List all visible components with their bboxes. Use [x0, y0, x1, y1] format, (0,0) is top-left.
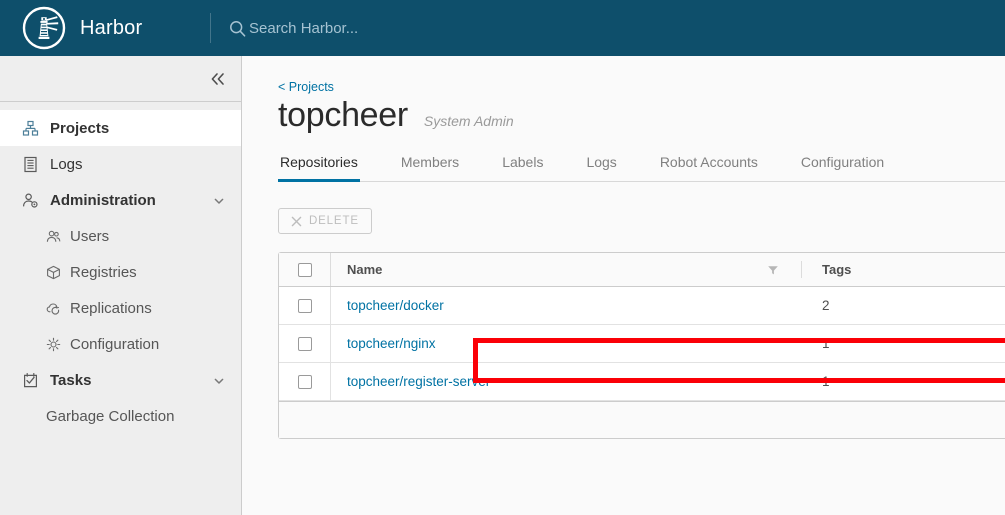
- users-icon: [46, 229, 61, 244]
- sidebar-item-label: Garbage Collection: [46, 407, 175, 425]
- sidebar-item-projects[interactable]: Projects: [0, 110, 241, 146]
- sidebar-item-label: Configuration: [70, 335, 160, 353]
- page-title: topcheer: [278, 96, 408, 134]
- sidebar-item-label: Administration: [50, 191, 156, 209]
- repository-link[interactable]: topcheer/nginx: [347, 336, 436, 351]
- tasks-checklist-icon: [22, 372, 39, 389]
- sidebar-nav-list: Projects Logs Administration Users Regis…: [0, 102, 241, 434]
- row-checkbox[interactable]: [297, 374, 312, 389]
- sidebar-item-label: Replications: [70, 299, 152, 317]
- search-icon: [229, 20, 246, 37]
- repository-link[interactable]: topcheer/docker: [347, 298, 444, 313]
- page-body: Projects Logs Administration Users Regis…: [0, 56, 1005, 515]
- administration-user-gear-icon: [22, 192, 39, 209]
- double-chevron-left-icon[interactable]: [209, 70, 227, 88]
- tab-logs[interactable]: Logs: [584, 148, 618, 182]
- tab-members[interactable]: Members: [399, 148, 461, 182]
- registries-cube-icon: [46, 265, 61, 280]
- tab-repositories[interactable]: Repositories: [278, 148, 360, 182]
- table-row[interactable]: topcheer/register-server 1: [279, 363, 1005, 401]
- sidebar-item-garbage-collection[interactable]: Garbage Collection: [0, 398, 241, 434]
- row-select-cell[interactable]: [279, 325, 331, 362]
- breadcrumb-projects-link[interactable]: < Projects: [278, 80, 1005, 94]
- tab-configuration[interactable]: Configuration: [799, 148, 886, 182]
- replications-cloud-sync-icon: [46, 301, 61, 316]
- sidebar-item-label: Tasks: [50, 371, 92, 389]
- close-x-icon: [291, 216, 302, 227]
- table-footer-pagination[interactable]: [279, 401, 1005, 438]
- table-row[interactable]: topcheer/docker 2: [279, 287, 1005, 325]
- harbor-lighthouse-logo-icon: [22, 6, 66, 50]
- sidebar-item-administration[interactable]: Administration: [0, 182, 241, 218]
- row-name-cell: topcheer/docker: [331, 298, 801, 313]
- top-header-bar: Harbor: [0, 0, 1005, 56]
- sidebar-collapse-bar: [0, 56, 241, 102]
- configuration-gear-icon: [46, 337, 61, 352]
- sidebar-item-label: Users: [70, 227, 110, 245]
- delete-button[interactable]: DELETE: [278, 208, 372, 234]
- sidebar-item-replications[interactable]: Replications: [0, 290, 241, 326]
- projects-icon: [22, 120, 39, 137]
- sidebar-item-registries[interactable]: Registries: [0, 254, 241, 290]
- sidebar-item-tasks[interactable]: Tasks: [0, 362, 241, 398]
- filter-funnel-icon[interactable]: [767, 264, 779, 276]
- row-select-cell[interactable]: [279, 363, 331, 400]
- table-header-row: Name Tags: [279, 253, 1005, 287]
- column-header-name[interactable]: Name: [331, 262, 801, 277]
- repository-link[interactable]: topcheer/register-server: [347, 374, 490, 389]
- row-tags-cell: 1: [822, 336, 830, 351]
- sidebar-item-label: Projects: [50, 119, 110, 137]
- sidebar-item-logs[interactable]: Logs: [0, 146, 241, 182]
- select-all-cell[interactable]: [279, 253, 331, 286]
- search-input[interactable]: [249, 19, 679, 37]
- row-checkbox[interactable]: [297, 298, 312, 313]
- row-checkbox[interactable]: [297, 336, 312, 351]
- project-tabs: Repositories Members Labels Logs Robot A…: [278, 147, 1005, 182]
- header-divider: [210, 13, 211, 43]
- sidebar-item-configuration[interactable]: Configuration: [0, 326, 241, 362]
- table-row[interactable]: topcheer/nginx 1: [279, 325, 1005, 363]
- tab-robot-accounts[interactable]: Robot Accounts: [658, 148, 760, 182]
- select-all-checkbox[interactable]: [297, 262, 312, 277]
- brand-title: Harbor: [80, 16, 143, 39]
- column-header-name-label: Name: [347, 262, 383, 277]
- repositories-table: Name Tags topcheer/docker 2 topcheer/ngi…: [278, 252, 1005, 439]
- page-title-row: topcheer System Admin: [278, 96, 1005, 135]
- delete-button-label: DELETE: [309, 215, 359, 227]
- chevron-down-icon[interactable]: [213, 374, 225, 386]
- sidebar-navigation: Projects Logs Administration Users Regis…: [0, 56, 242, 515]
- logs-icon: [22, 156, 39, 173]
- row-tags-cell: 1: [822, 374, 830, 389]
- tab-labels[interactable]: Labels: [500, 148, 545, 182]
- sidebar-item-users[interactable]: Users: [0, 218, 241, 254]
- row-name-cell: topcheer/nginx: [331, 336, 801, 351]
- row-name-cell: topcheer/register-server: [331, 374, 801, 389]
- sidebar-item-label: Logs: [50, 155, 83, 173]
- column-header-tags[interactable]: Tags: [802, 262, 982, 277]
- sidebar-item-label: Registries: [70, 263, 137, 281]
- chevron-down-icon[interactable]: [213, 194, 225, 206]
- main-content: < Projects topcheer System Admin Reposit…: [242, 56, 1005, 515]
- global-search[interactable]: [229, 19, 1005, 37]
- brand-home-link[interactable]: Harbor: [0, 0, 210, 56]
- role-badge: System Admin: [423, 113, 514, 129]
- row-select-cell[interactable]: [279, 287, 331, 324]
- row-tags-cell: 2: [822, 298, 830, 313]
- repositories-toolbar: DELETE: [278, 208, 1005, 234]
